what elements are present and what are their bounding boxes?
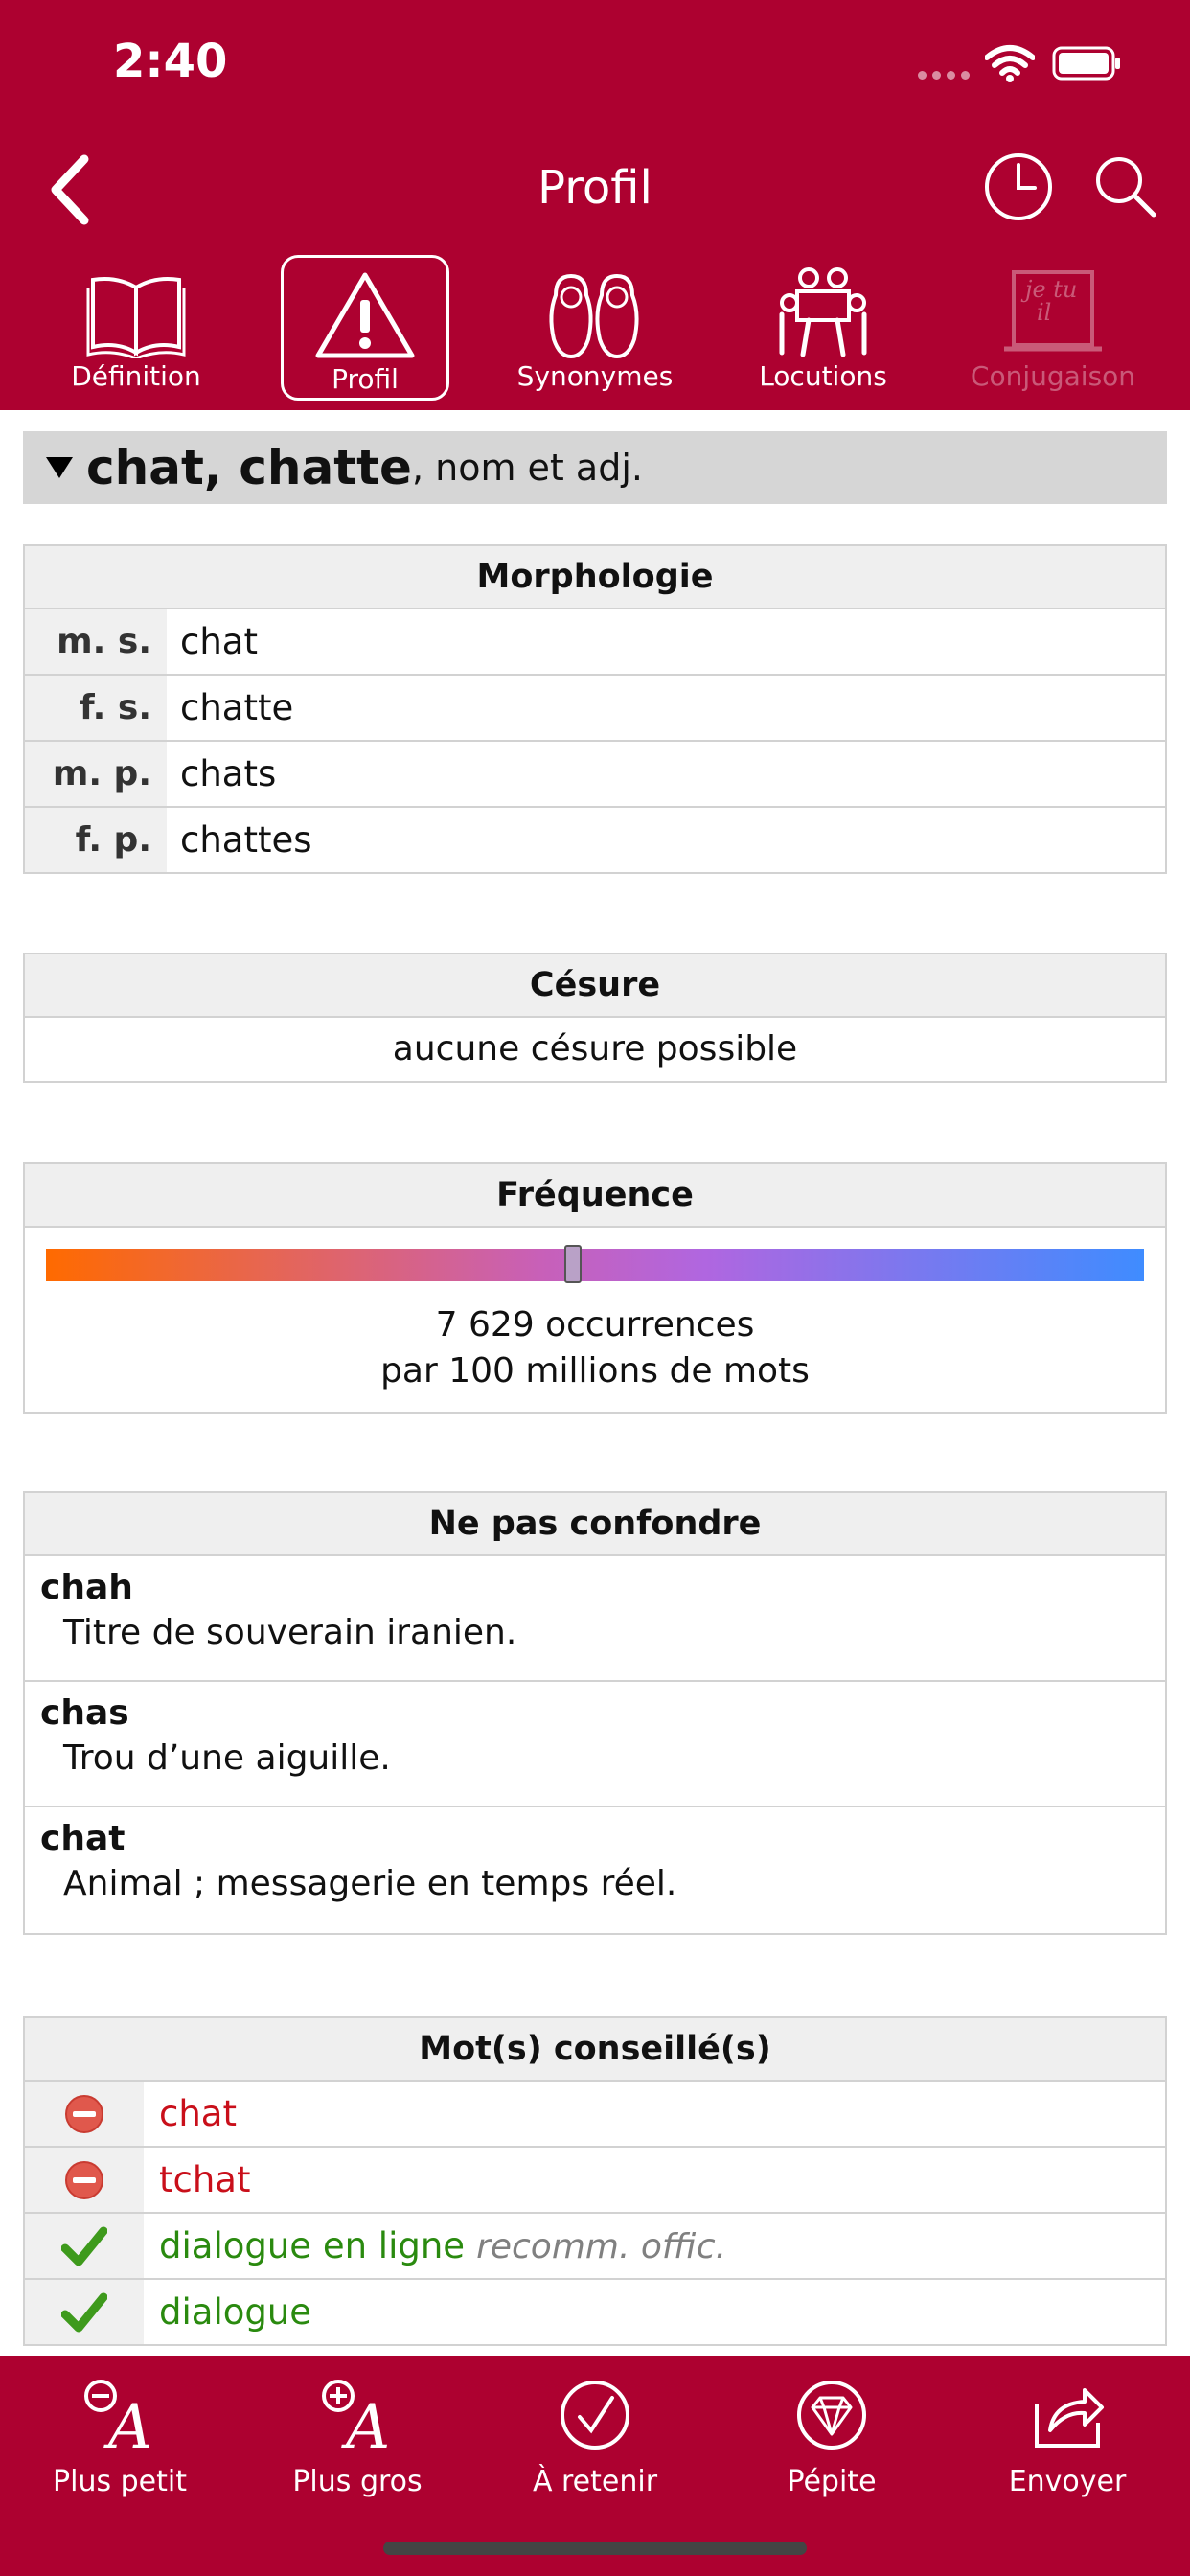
- text-smaller-icon: A: [84, 2380, 152, 2455]
- search-icon[interactable]: [1092, 153, 1157, 218]
- remember-button[interactable]: À retenir: [499, 2375, 691, 2498]
- list-item: chah Titre de souverain iranien.: [25, 1556, 1165, 1682]
- part-of-speech: , nom et adj.: [411, 447, 643, 489]
- conseilles-table: Mot(s) conseillé(s) chat tchat dialogue …: [23, 2016, 1167, 2346]
- confusable-definition: Animal ; messagerie en temps réel.: [63, 1864, 677, 1903]
- tool-label: Plus petit: [53, 2465, 187, 2498]
- table-row: m. s. chat: [25, 610, 1165, 676]
- morphologie-table: Morphologie m. s. chat f. s. chatte m. p…: [23, 544, 1167, 874]
- bigger-text-button[interactable]: A Plus gros: [262, 2375, 453, 2498]
- minus-circle-icon: [65, 2094, 103, 2133]
- recommended-word-text: dialogue en ligne: [159, 2225, 466, 2266]
- recommended-word: dialogue en ligne recomm. offic.: [144, 2225, 726, 2266]
- morph-value: chatte: [180, 687, 294, 728]
- checkmark-icon: [61, 2226, 107, 2266]
- tab-label: Synonymes: [516, 360, 674, 392]
- table-row: chat: [25, 2082, 1165, 2148]
- warning-icon: [315, 272, 415, 358]
- table-row: f. s. chatte: [25, 676, 1165, 742]
- tool-label: Plus gros: [292, 2465, 423, 2498]
- entry-header[interactable]: chat, chatte, nom et adj.: [23, 431, 1167, 504]
- morph-key: m. p.: [25, 742, 167, 806]
- list-item: chat Animal ; messagerie en temps réel.: [25, 1807, 1165, 1933]
- cesure-title: Césure: [25, 954, 1165, 1018]
- gem-button[interactable]: Pépite: [736, 2375, 927, 2498]
- frequency-text: 7 629 occurrences par 100 millions de mo…: [25, 1302, 1165, 1394]
- recommended-word: tchat: [159, 2159, 251, 2200]
- tab-synonymes[interactable]: Synonymes: [504, 255, 686, 401]
- svg-text:A: A: [341, 2392, 390, 2455]
- tab-label: Profil: [332, 363, 399, 395]
- morphologie-title: Morphologie: [25, 546, 1165, 610]
- frequency-unit: par 100 millions de mots: [380, 1351, 810, 1391]
- morph-value: chattes: [180, 819, 312, 861]
- checkmark-circle-icon: [561, 2380, 629, 2450]
- confusable-word: chas: [40, 1693, 129, 1733]
- frequency-marker: [564, 1245, 583, 1283]
- tab-label: Définition: [71, 360, 201, 392]
- conseilles-title: Mot(s) conseillé(s): [25, 2018, 1165, 2082]
- matryoshka-icon: [549, 273, 639, 358]
- cesure-value: aucune césure possible: [392, 1029, 798, 1069]
- table-row: dialogue: [25, 2280, 1165, 2344]
- cesure-table: Césure aucune césure possible: [23, 953, 1167, 1083]
- recommended-word: chat: [159, 2093, 237, 2134]
- status-time: 2:40: [113, 34, 228, 88]
- confusable-word: chah: [40, 1568, 133, 1607]
- morph-key: m. s.: [25, 610, 167, 674]
- tool-label: Pépite: [787, 2465, 877, 2498]
- confusable-definition: Trou d’une aiguille.: [63, 1738, 391, 1778]
- frequence-title: Fréquence: [25, 1164, 1165, 1228]
- diamond-icon: [797, 2380, 866, 2450]
- checkmark-icon: [61, 2292, 107, 2332]
- recommendation-note: recomm. offic.: [476, 2227, 727, 2266]
- tool-label: À retenir: [532, 2465, 658, 2498]
- frequency-occurrences: 7 629 occurrences: [435, 1305, 755, 1345]
- minus-circle-icon: [65, 2160, 103, 2199]
- morph-value: chats: [180, 753, 277, 794]
- cellular-signal-icon: [918, 71, 972, 80]
- confondre-title: Ne pas confondre: [25, 1493, 1165, 1556]
- tab-label: Locutions: [759, 360, 887, 392]
- confondre-table: Ne pas confondre chah Titre de souverain…: [23, 1491, 1167, 1935]
- people-group-icon: [779, 267, 867, 357]
- share-icon: [1035, 2388, 1104, 2448]
- smaller-text-button[interactable]: A Plus petit: [24, 2375, 216, 2498]
- history-clock-icon[interactable]: [983, 151, 1054, 222]
- svg-text:A: A: [103, 2392, 152, 2455]
- home-indicator: [383, 2542, 807, 2555]
- table-row: m. p. chats: [25, 742, 1165, 808]
- list-item: chas Trou d’une aiguille.: [25, 1682, 1165, 1807]
- confusable-word: chat: [40, 1819, 126, 1858]
- top-bar: 2:40 Profil Définition Profil Synonymes …: [0, 0, 1190, 410]
- chalkboard-icon: je tu il: [1004, 270, 1102, 352]
- bottom-toolbar: A Plus petit A Plus gros À retenir Pépit…: [0, 2356, 1190, 2576]
- tool-label: Envoyer: [1008, 2465, 1127, 2498]
- battery-icon: [1052, 46, 1120, 80]
- tab-conjugaison[interactable]: je tu il Conjugaison: [962, 255, 1144, 401]
- table-row: tchat: [25, 2148, 1165, 2214]
- wifi-icon: [985, 45, 1035, 82]
- confusable-definition: Titre de souverain iranien.: [63, 1613, 517, 1652]
- frequence-table: Fréquence 7 629 occurrences par 100 mill…: [23, 1162, 1167, 1414]
- disclosure-triangle-icon: [46, 457, 73, 478]
- table-row: f. p. chattes: [25, 808, 1165, 872]
- morph-key: f. s.: [25, 676, 167, 740]
- morph-key: f. p.: [25, 808, 167, 872]
- book-icon: [86, 277, 186, 358]
- tab-label: Conjugaison: [970, 360, 1136, 392]
- morph-value: chat: [180, 621, 258, 662]
- text-bigger-icon: A: [322, 2380, 390, 2455]
- table-row: dialogue en ligne recomm. offic.: [25, 2214, 1165, 2280]
- svg-text:il: il: [1037, 299, 1051, 326]
- tab-profil[interactable]: Profil: [281, 255, 449, 401]
- send-button[interactable]: Envoyer: [972, 2375, 1163, 2498]
- recommended-word: dialogue: [159, 2291, 312, 2333]
- frequency-gradient-bar: [46, 1245, 1144, 1283]
- tab-definition[interactable]: Définition: [45, 255, 227, 401]
- tab-locutions[interactable]: Locutions: [732, 255, 914, 401]
- headword: chat, chatte: [86, 440, 412, 495]
